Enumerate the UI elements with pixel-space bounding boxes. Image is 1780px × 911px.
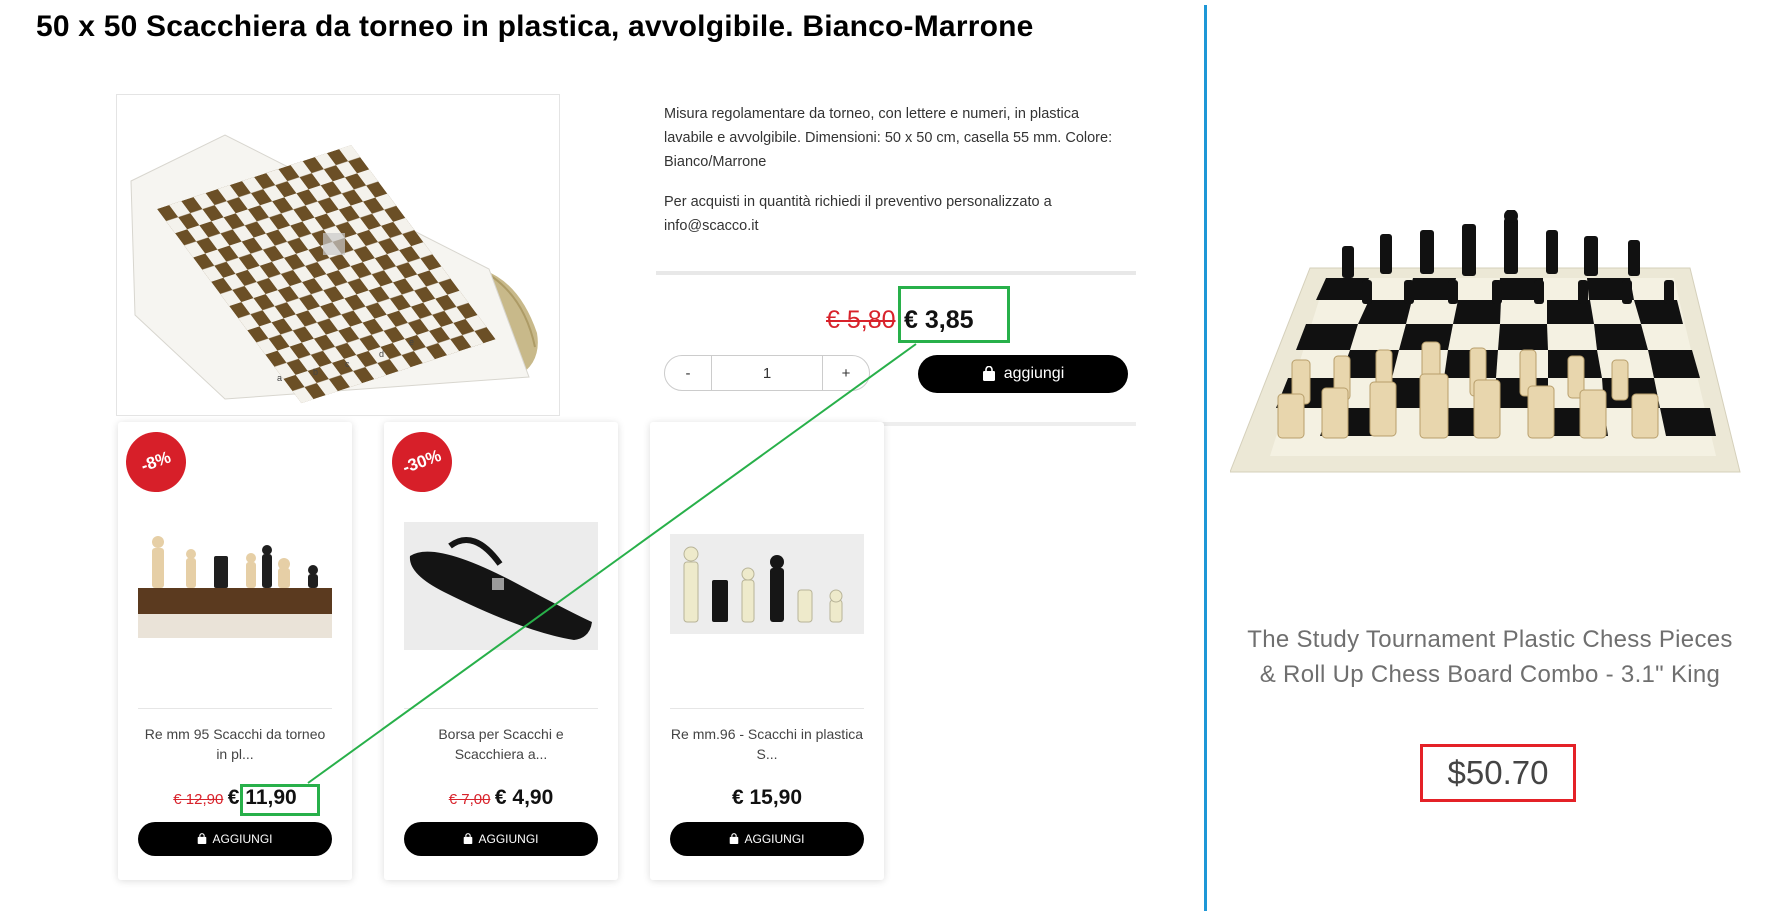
comparison-price: $50.70 — [1447, 754, 1549, 791]
comparison-product-image[interactable] — [1229, 209, 1750, 500]
comparison-price-box: $50.70 — [1420, 744, 1576, 802]
chess-set-combo-image — [1229, 209, 1741, 473]
comparison-product-name[interactable]: The Study Tournament Plastic Chess Piece… — [1236, 622, 1744, 692]
